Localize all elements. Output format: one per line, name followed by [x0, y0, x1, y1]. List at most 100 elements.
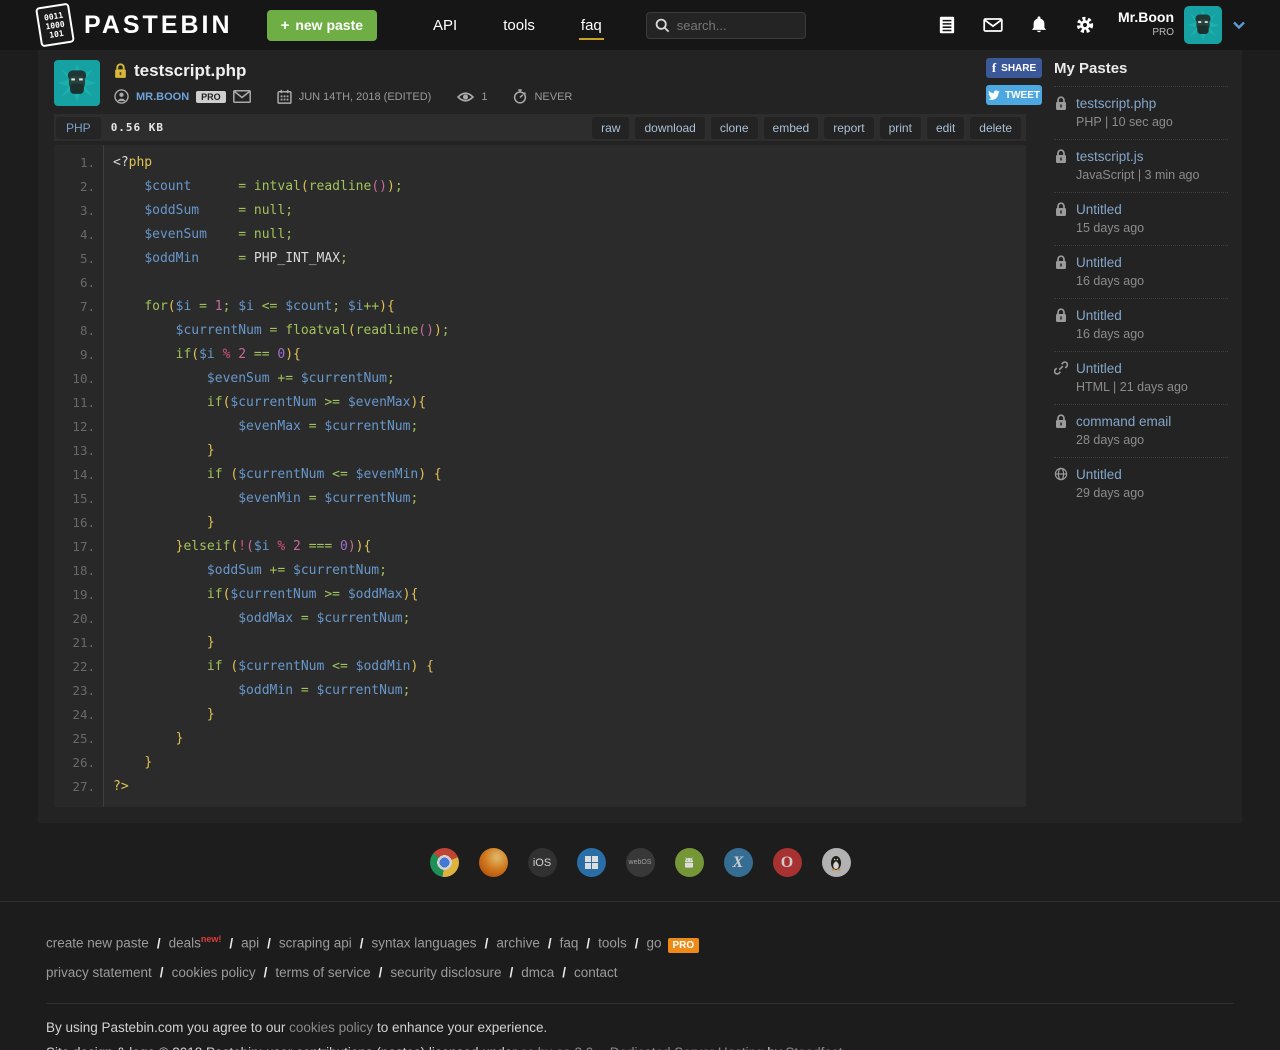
paste-main-column: testscript.php MR.BOON PRO JUN 14TH, 201… — [38, 50, 1042, 823]
search-input[interactable] — [677, 18, 792, 33]
my-pastes-list: testscript.phpPHP | 10 sec agotestscript… — [1054, 87, 1228, 510]
nav-links: API tools faq — [401, 3, 616, 48]
code-line: ?> — [113, 775, 450, 799]
code-line: $oddMin = $currentNum; — [113, 679, 450, 703]
my-paste-item: UntitledHTML | 21 days ago — [1054, 352, 1228, 405]
delete-button[interactable]: delete — [970, 117, 1021, 139]
my-paste-link[interactable]: Untitled — [1076, 255, 1122, 270]
legal-block: By using Pastebin.com you agree to our c… — [46, 1003, 1234, 1050]
windows-icon — [577, 848, 606, 877]
calendar-icon — [277, 89, 292, 104]
notifications-bell-icon[interactable] — [1028, 14, 1050, 36]
code-line: $oddMax = $currentNum; — [113, 607, 450, 631]
print-button[interactable]: print — [880, 117, 921, 139]
my-paste-link[interactable]: command email — [1076, 414, 1171, 429]
nav-link-faq[interactable]: faq — [567, 3, 616, 48]
my-paste-link[interactable]: Untitled — [1076, 308, 1122, 323]
sidebar-title: My Pastes — [1054, 60, 1228, 87]
message-author-icon[interactable] — [233, 90, 251, 103]
code-lines[interactable]: <?php $count = intval(readline()); $oddS… — [104, 145, 450, 807]
top-navbar: 0011 1000 101 PASTEBIN + new paste API to… — [0, 0, 1280, 50]
footer-link-dmca[interactable]: dmca — [521, 965, 554, 980]
legal-link[interactable]: Dedicated Server Hosting — [610, 1045, 764, 1050]
footer-links-row1: create new paste/dealsnew!/api/scraping … — [46, 926, 1234, 959]
my-paste-item: Untitled 16 days ago — [1054, 299, 1228, 352]
firefox-icon — [479, 848, 508, 877]
footer-link-go[interactable]: go — [646, 936, 661, 951]
download-button[interactable]: download — [635, 117, 704, 139]
code-line: $evenMin = $currentNum; — [113, 487, 450, 511]
paste-author-avatar[interactable] — [54, 60, 100, 106]
legal-text: -- — [593, 1045, 610, 1050]
code-line: $oddSum = null; — [113, 199, 450, 223]
line-number: 1. — [54, 151, 95, 175]
author-link[interactable]: MR.BOON — [136, 91, 189, 103]
paste-header: testscript.php MR.BOON PRO JUN 14TH, 201… — [54, 58, 1026, 114]
footer-link-scraping-api[interactable]: scraping api — [279, 936, 352, 951]
user-block[interactable]: Mr.Boon PRO — [1118, 10, 1174, 40]
messages-icon[interactable] — [982, 14, 1004, 36]
search-box[interactable] — [646, 12, 806, 39]
navbar-right: Mr.Boon PRO — [912, 6, 1246, 44]
my-paste-link[interactable]: Untitled — [1076, 361, 1122, 376]
raw-button[interactable]: raw — [592, 117, 629, 139]
code-line: } — [113, 511, 450, 535]
legal-link[interactable]: cookies policy — [289, 1020, 373, 1035]
legal-text: by — [764, 1045, 786, 1050]
footer-link-contact[interactable]: contact — [574, 965, 618, 980]
new-paste-button[interactable]: + new paste — [267, 10, 377, 41]
line-number: 23. — [54, 679, 95, 703]
my-paste-link[interactable]: Untitled — [1076, 202, 1122, 217]
embed-button[interactable]: embed — [764, 117, 819, 139]
line-number: 20. — [54, 607, 95, 631]
user-tier-badge: PRO — [1118, 25, 1174, 40]
my-paste-item: Untitled15 days ago — [1054, 193, 1228, 246]
nav-link-api[interactable]: API — [419, 3, 471, 48]
code-line: }elseif(!($i % 2 === 0)){ — [113, 535, 450, 559]
footer-link-deals[interactable]: deals — [169, 936, 201, 951]
footer-link-terms-of-service[interactable]: terms of service — [275, 965, 370, 980]
my-paste-link[interactable]: testscript.js — [1076, 149, 1144, 164]
linux-icon — [822, 848, 851, 877]
author-pro-badge: PRO — [196, 91, 226, 103]
footer-separator: / — [548, 936, 552, 951]
twitter-tweet-button[interactable]: TWEET — [986, 85, 1042, 105]
paste-title: testscript.php — [134, 61, 246, 81]
brand-title[interactable]: PASTEBIN — [84, 11, 233, 40]
footer-link-faq[interactable]: faq — [560, 936, 579, 951]
clone-button[interactable]: clone — [711, 117, 758, 139]
legal-link[interactable]: Steadfast — [785, 1045, 842, 1050]
footer-link-cookies-policy[interactable]: cookies policy — [172, 965, 256, 980]
report-button[interactable]: report — [824, 117, 873, 139]
settings-gear-icon[interactable] — [1074, 14, 1096, 36]
chevron-down-icon[interactable] — [1232, 20, 1246, 30]
new-flag: new! — [201, 934, 222, 944]
my-paste-link[interactable]: Untitled — [1076, 467, 1122, 482]
line-number: 12. — [54, 415, 95, 439]
my-paste-link[interactable]: testscript.php — [1076, 96, 1156, 111]
code-line: } — [113, 631, 450, 655]
code-line: <?php — [113, 151, 450, 175]
footer-separator: / — [379, 965, 383, 980]
edit-button[interactable]: edit — [927, 117, 964, 139]
footer-link-archive[interactable]: archive — [496, 936, 540, 951]
line-number: 13. — [54, 439, 95, 463]
footer-link-tools[interactable]: tools — [598, 936, 627, 951]
user-avatar[interactable] — [1184, 6, 1222, 44]
nav-link-tools[interactable]: tools — [489, 3, 549, 48]
footer-separator: / — [360, 936, 364, 951]
pastebin-logo-icon[interactable]: 0011 1000 101 — [35, 3, 75, 48]
line-number: 15. — [54, 487, 95, 511]
my-pastes-icon[interactable] — [936, 14, 958, 36]
code-line: $count = intval(readline()); — [113, 175, 450, 199]
facebook-share-button[interactable]: f SHARE — [986, 58, 1042, 78]
footer-link-api[interactable]: api — [241, 936, 259, 951]
footer-link-create-new-paste[interactable]: create new paste — [46, 936, 149, 951]
footer-link-syntax-languages[interactable]: syntax languages — [371, 936, 476, 951]
footer-link-security-disclosure[interactable]: security disclosure — [390, 965, 501, 980]
my-paste-meta: 16 days ago — [1076, 327, 1228, 341]
syntax-link[interactable]: PHP — [56, 117, 101, 139]
line-number: 27. — [54, 775, 95, 799]
legal-link[interactable]: cc by-sa 3.0 — [520, 1045, 593, 1050]
footer-link-privacy-statement[interactable]: privacy statement — [46, 965, 152, 980]
